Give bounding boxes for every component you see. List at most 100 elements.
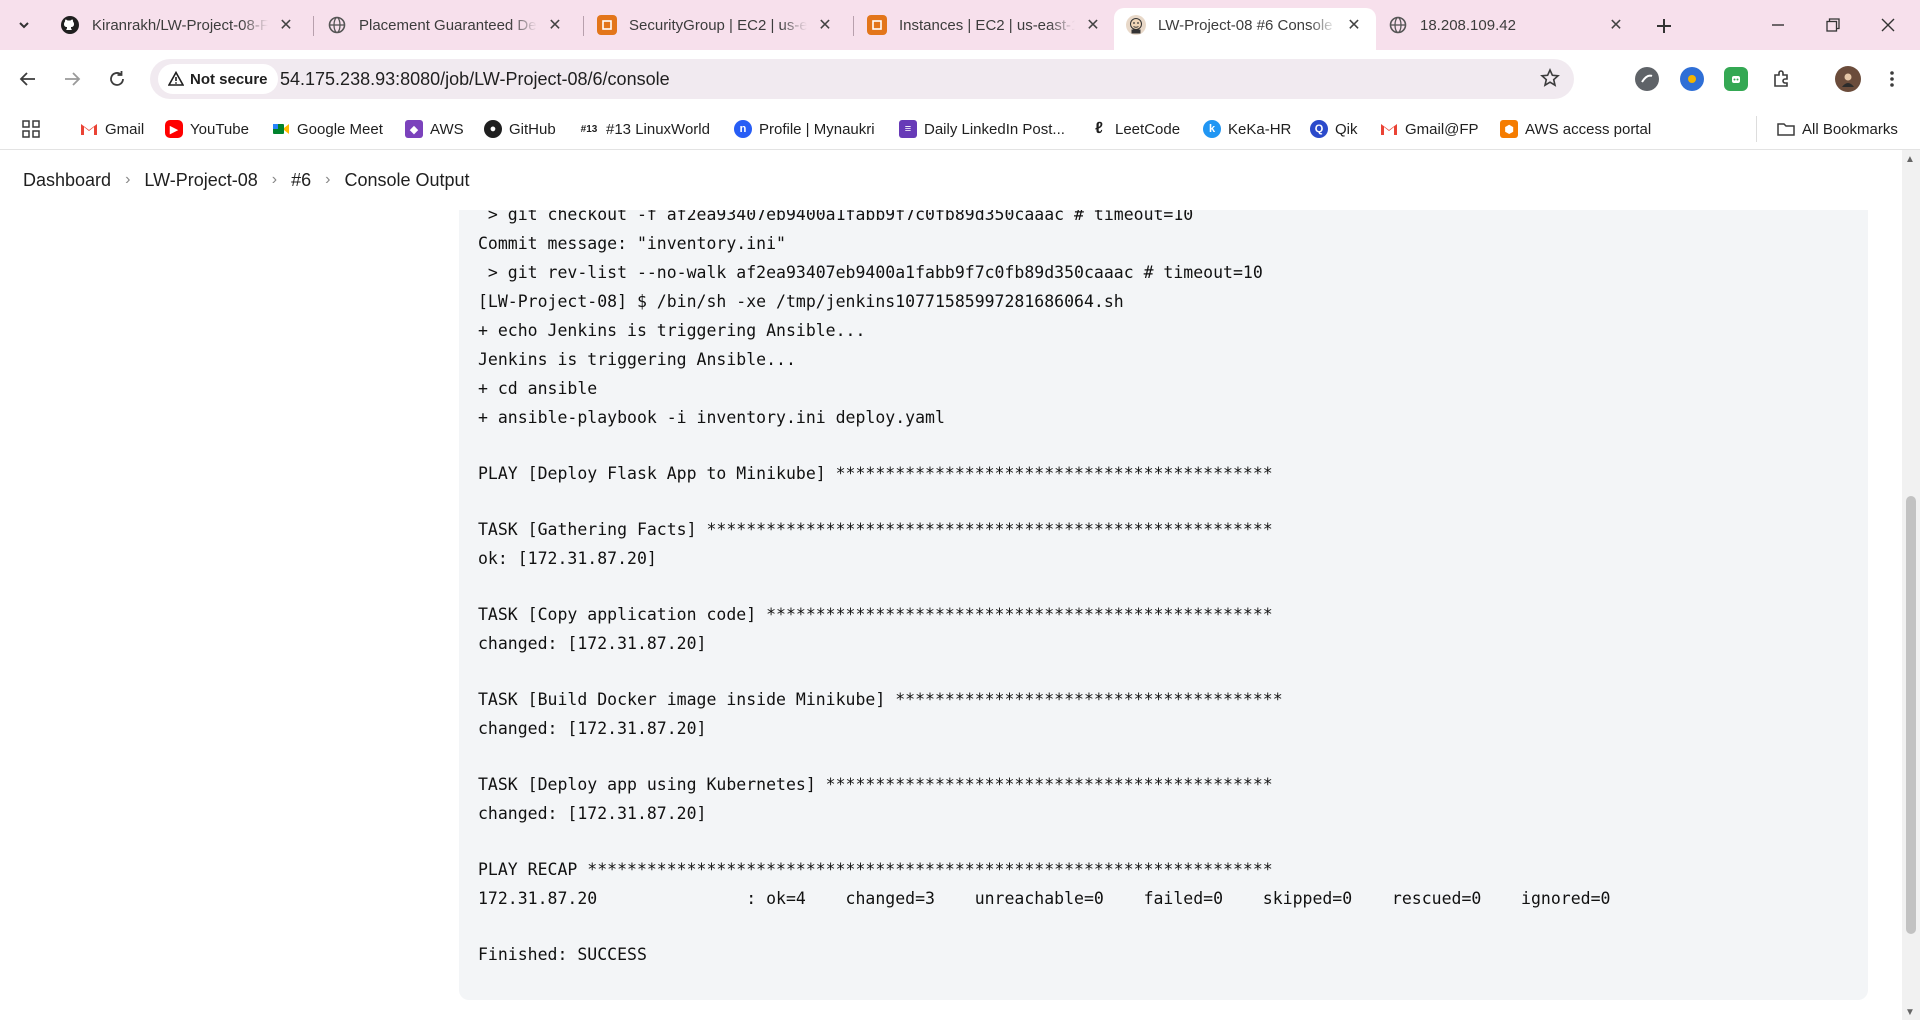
close-icon[interactable]: ✕ <box>545 15 565 35</box>
gmail-icon <box>1380 120 1398 138</box>
chevron-right-icon: › <box>271 171 278 188</box>
tab-jenkins-console[interactable]: LW-Project-08 #6 Console ✕ <box>1114 8 1376 50</box>
restore-icon <box>1826 18 1840 32</box>
bookmark-label: LeetCode <box>1115 120 1181 138</box>
extension-icon[interactable] <box>1724 67 1748 91</box>
bookmark-label: Profile | Mynaukri <box>759 120 875 138</box>
close-icon[interactable]: ✕ <box>276 15 296 35</box>
bookmark-github[interactable]: ● GitHub <box>484 116 556 142</box>
bookmark-linuxworld[interactable]: #13 #13 LinuxWorld <box>579 116 710 142</box>
bookmark-google-meet[interactable]: Google Meet <box>272 116 383 142</box>
console-line: Commit message: "inventory.ini" <box>478 234 786 253</box>
tab-divider <box>583 16 584 36</box>
close-icon[interactable]: ✕ <box>1083 15 1103 35</box>
forward-button[interactable] <box>57 64 87 94</box>
bookmark-label: AWS access portal <box>1525 120 1652 138</box>
address-bar[interactable]: Not secure 54.175.238.93:8080/job/LW-Pro… <box>150 59 1574 99</box>
keka-icon: k <box>1203 120 1221 138</box>
bookmark-label: GitHub <box>509 120 556 138</box>
bookmark-aws[interactable]: ◆ AWS <box>405 116 464 142</box>
console-line: > git rev-list --no-walk af2ea93407eb940… <box>478 263 1263 282</box>
console-line: + cd ansible <box>478 379 598 398</box>
console-line: Jenkins is triggering Ansible... <box>478 350 796 369</box>
back-button[interactable] <box>13 64 43 94</box>
warning-icon <box>168 71 184 86</box>
bookmark-aws-portal[interactable]: ⬢ AWS access portal <box>1500 116 1651 142</box>
security-label: Not secure <box>190 70 268 88</box>
tab-security-group[interactable]: SecurityGroup | EC2 | us-ea ✕ <box>585 8 847 42</box>
aws-icon: ◆ <box>405 120 423 138</box>
console-line: TASK [Gathering Facts] *****************… <box>478 520 1273 539</box>
tab-github[interactable]: Kiranrakh/LW-Project-08-F ✕ <box>48 8 308 42</box>
puzzle-icon[interactable] <box>1769 67 1793 91</box>
console-line: TASK [Build Docker image inside Minikube… <box>478 690 1283 709</box>
tab-instances[interactable]: Instances | EC2 | us-east-1 ✕ <box>855 8 1115 42</box>
console-line: + ansible-playbook -i inventory.ini depl… <box>478 408 945 427</box>
restore-button[interactable] <box>1815 10 1851 40</box>
extension-icon[interactable] <box>1635 67 1659 91</box>
gmail-icon <box>80 120 98 138</box>
close-icon <box>1881 18 1895 32</box>
bookmark-naukri[interactable]: n Profile | Mynaukri <box>734 116 875 142</box>
tab-title: Kiranrakh/LW-Project-08-F <box>92 16 268 34</box>
bookmark-keka[interactable]: k KeKa-HR <box>1203 116 1291 142</box>
breadcrumb-project[interactable]: LW-Project-08 <box>144 170 257 191</box>
avatar[interactable] <box>1835 66 1861 92</box>
meet-icon <box>272 120 290 138</box>
bookmark-gmail-fp[interactable]: Gmail@FP <box>1380 116 1479 142</box>
apps-grid-icon <box>22 120 40 138</box>
bookmark-leetcode[interactable]: ℓ LeetCode <box>1090 116 1180 142</box>
chevron-down-icon <box>19 22 29 29</box>
chevron-right-icon: › <box>125 171 131 188</box>
new-tab-button[interactable] <box>1650 12 1678 40</box>
security-chip[interactable]: Not secure <box>158 64 278 94</box>
kebab-menu-icon[interactable] <box>1880 67 1904 91</box>
scrollbar-thumb[interactable] <box>1906 496 1916 934</box>
console-line: changed: [172.31.87.20] <box>478 634 707 653</box>
console-line: Finished: SUCCESS <box>478 945 647 964</box>
all-bookmarks-button[interactable]: All Bookmarks <box>1756 116 1898 142</box>
close-window-button[interactable] <box>1870 10 1906 40</box>
minimize-icon <box>1772 24 1784 26</box>
bookmark-linkedin-post[interactable]: ≡ Daily LinkedIn Post... <box>899 116 1065 142</box>
tab-ip[interactable]: 18.208.109.42 ✕ <box>1376 8 1638 42</box>
breadcrumb-dashboard[interactable]: Dashboard <box>23 170 111 191</box>
qik-icon: Q <box>1310 120 1328 138</box>
tab-title: Instances | EC2 | us-east-1 <box>899 16 1075 34</box>
url-text[interactable]: 54.175.238.93:8080/job/LW-Project-08/6/c… <box>280 69 670 90</box>
bookmark-star-icon[interactable] <box>1540 68 1560 94</box>
console-line: TASK [Copy application code] ***********… <box>478 605 1273 624</box>
close-icon[interactable]: ✕ <box>1344 15 1364 35</box>
breadcrumb-console-output[interactable]: Console Output <box>344 170 469 191</box>
reload-button[interactable] <box>102 64 132 94</box>
close-icon[interactable]: ✕ <box>815 15 835 35</box>
breadcrumb-build[interactable]: #6 <box>291 170 311 191</box>
tab-title: LW-Project-08 #6 Console <box>1158 16 1333 34</box>
tab-search-button[interactable] <box>10 13 38 37</box>
bookmark-youtube[interactable]: ▶ YouTube <box>165 116 249 142</box>
page-scrollbar[interactable]: ▲ ▼ <box>1902 150 1920 1020</box>
linuxworld-icon: #13 <box>580 123 598 135</box>
console-line: changed: [172.31.87.20] <box>478 719 707 738</box>
tab-divider <box>853 16 854 36</box>
console-line: PLAY [Deploy Flask App to Minikube] ****… <box>478 464 1273 483</box>
console-output: > git checkout -f af2ea93407eb9400a1fabb… <box>459 190 1868 1000</box>
scroll-up-icon[interactable]: ▲ <box>1905 154 1915 165</box>
aws-portal-icon: ⬢ <box>1500 120 1518 138</box>
tab-divider <box>313 16 314 36</box>
bookmark-qik[interactable]: Q Qik <box>1310 116 1358 142</box>
tab-placement[interactable]: Placement Guaranteed Dev ✕ <box>315 8 577 42</box>
apps-button[interactable] <box>21 116 41 142</box>
bookmark-label: YouTube <box>190 120 249 138</box>
globe-icon <box>327 15 347 35</box>
bookmark-gmail[interactable]: Gmail <box>80 116 144 142</box>
extension-icon[interactable] <box>1680 67 1704 91</box>
console-line: [LW-Project-08] $ /bin/sh -xe /tmp/jenki… <box>478 292 1124 311</box>
globe-icon <box>1388 15 1408 35</box>
minimize-button[interactable] <box>1760 10 1796 40</box>
scroll-down-icon[interactable]: ▼ <box>1905 1007 1915 1018</box>
close-icon[interactable]: ✕ <box>1606 15 1626 35</box>
